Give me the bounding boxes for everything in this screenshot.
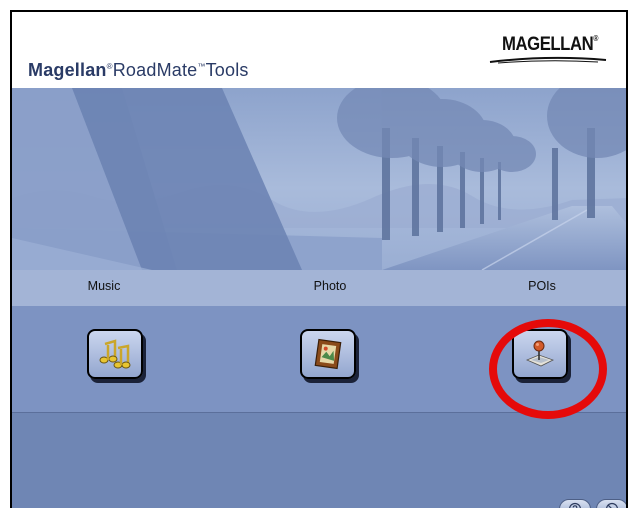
app-title-product: RoadMate: [112, 60, 198, 80]
pois-button[interactable]: [512, 329, 568, 379]
exit-icon: [605, 502, 619, 508]
bottom-area: [12, 413, 626, 508]
photo-label: Photo: [313, 279, 347, 293]
map-pin-icon: [525, 340, 555, 367]
header: Magellan®RoadMate™Tools MAGELLAN®: [12, 12, 626, 88]
app-window: Magellan®RoadMate™Tools MAGELLAN® Music …: [10, 10, 628, 508]
help-icon: [568, 502, 582, 508]
registered-mark: ®: [106, 62, 113, 71]
pois-label: POIs: [528, 279, 556, 293]
logo-swoosh-icon: [489, 56, 607, 64]
app-title-brand: Magellan: [28, 60, 107, 80]
app-title: Magellan®RoadMate™Tools: [28, 60, 249, 81]
picture-frame-icon: [314, 338, 342, 370]
music-notes-icon: [99, 339, 131, 369]
tool-label-bar: Music Photo POIs: [12, 270, 626, 306]
tool-button-band: [12, 306, 626, 413]
logo-text: MAGELLAN®: [502, 34, 598, 55]
magellan-logo: MAGELLAN®: [488, 30, 608, 70]
road-banner-image: [12, 88, 626, 270]
photo-button[interactable]: [300, 329, 356, 379]
exit-button[interactable]: [596, 499, 626, 508]
app-title-suffix: Tools: [205, 60, 249, 80]
help-button[interactable]: [559, 499, 591, 508]
trademark-mark: ™: [197, 62, 206, 71]
music-label: Music: [87, 279, 121, 293]
music-button[interactable]: [87, 329, 143, 379]
